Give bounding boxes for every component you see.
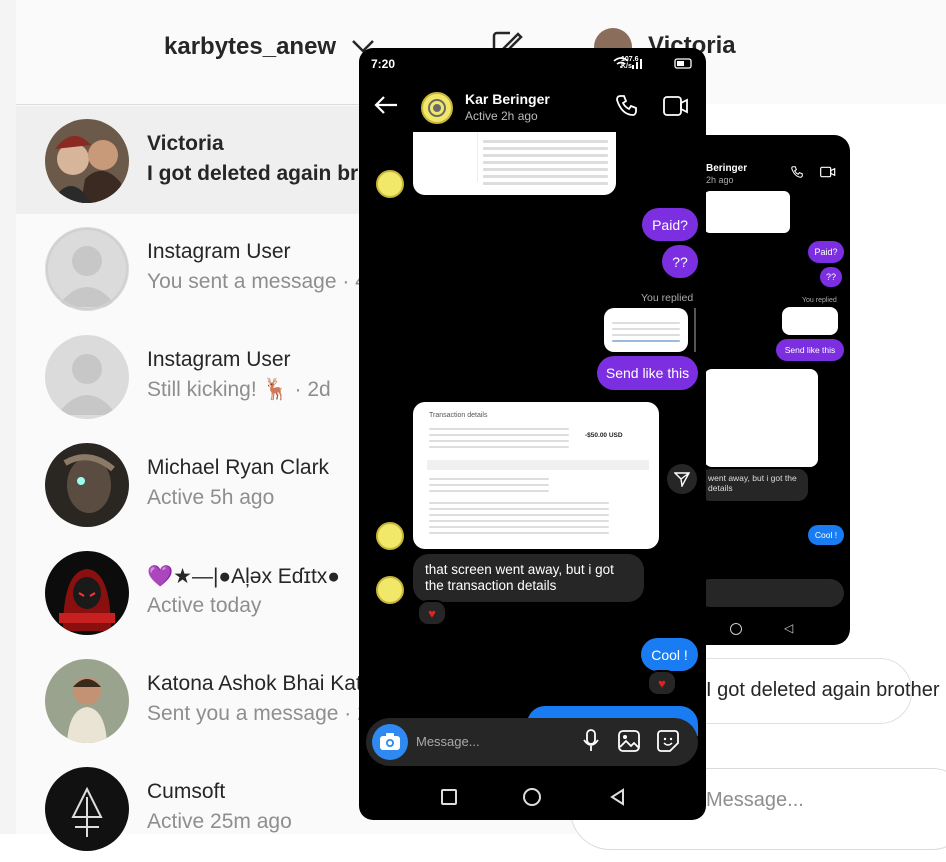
- last-message-text: I got deleted again brother: [706, 679, 940, 701]
- message-text: Paid?: [814, 247, 838, 257]
- message-input[interactable]: Message...: [416, 734, 480, 749]
- recents-nav-icon[interactable]: [441, 789, 457, 805]
- contact-name[interactable]: Kar Beringer: [465, 91, 550, 107]
- contact-avatar[interactable]: [421, 92, 453, 124]
- message-bubble[interactable]: Paid?: [642, 208, 698, 241]
- back-nav-icon[interactable]: [609, 788, 625, 811]
- sender-avatar: [376, 522, 404, 550]
- replied-screenshot[interactable]: [604, 308, 688, 352]
- avatar: [45, 551, 129, 635]
- message-bubble[interactable]: Send like this: [597, 356, 698, 390]
- thread-name: 💜★—|●Aļəx Eɗɪtx●: [147, 565, 340, 588]
- message-text: ??: [672, 253, 688, 270]
- message-text: went away, but i got the details: [708, 473, 797, 493]
- thread-name: Instagram User: [147, 240, 291, 263]
- account-username[interactable]: karbytes_anew: [164, 33, 336, 61]
- gallery-icon[interactable]: [618, 730, 640, 757]
- message-bubble[interactable]: that screen went away, but i got the tra…: [413, 554, 644, 602]
- message-text: Send like this: [784, 345, 836, 355]
- message-text: Cool !: [651, 646, 688, 663]
- thread-name: Victoria: [147, 132, 224, 155]
- sender-avatar: [376, 576, 404, 604]
- avatar: [45, 227, 129, 311]
- thread-subtitle: Still kicking! 🦌 · 2d: [147, 378, 331, 401]
- message-bubble: Paid?: [808, 241, 844, 263]
- message-text: Paid?: [652, 216, 688, 233]
- contact-status: Active 2h ago: [465, 109, 538, 123]
- reply-divider: [694, 308, 696, 352]
- back-nav-icon: ◁: [784, 621, 794, 635]
- message-text: that screen went away, but i got the tra…: [425, 562, 614, 593]
- avatar: [45, 767, 129, 851]
- home-nav-icon[interactable]: [523, 788, 541, 806]
- thread-subtitle: Active today: [147, 594, 262, 617]
- thread-subtitle: You sent a message · 4: [147, 270, 367, 293]
- thread-name: Instagram User: [147, 348, 291, 371]
- message-bubble[interactable]: Cool !: [641, 638, 698, 671]
- avatar: [45, 659, 129, 743]
- microphone-icon[interactable]: [582, 729, 600, 758]
- composer: [696, 579, 844, 607]
- thread-name: Cumsoft: [147, 780, 226, 803]
- back-arrow-icon[interactable]: [373, 94, 399, 121]
- message-bubble[interactable]: ??: [662, 245, 698, 278]
- message-bubble: ??: [820, 267, 842, 287]
- message-text: Send like this: [605, 365, 690, 381]
- you-replied-label: You replied: [641, 292, 694, 304]
- receipt-screenshot[interactable]: Transaction details -$50.00 USD: [413, 402, 659, 549]
- replied-thumbnail: [782, 307, 838, 335]
- thread-name: Michael Ryan Clark: [147, 456, 330, 479]
- phone-icon: [790, 165, 804, 184]
- sticker-icon[interactable]: [657, 730, 679, 757]
- avatar: [45, 443, 129, 527]
- message-bubble: went away, but i got the details: [700, 469, 808, 501]
- video-call-icon[interactable]: [663, 94, 689, 123]
- phone-screenshot: 7:20 107.6 K/s Kar Beringer Active 2h ag…: [359, 48, 706, 820]
- screenshot-thumbnail: [704, 191, 790, 233]
- receipt-title: Transaction details: [429, 412, 488, 419]
- video-icon: [820, 165, 836, 184]
- message-bubble: Cool !: [808, 525, 844, 545]
- thread-name: Katona Ashok Bhai Kat: [147, 672, 362, 695]
- camera-icon[interactable]: [372, 724, 408, 760]
- thread-subtitle: Active 25m ago: [147, 810, 292, 833]
- android-nav-bar: [359, 770, 706, 820]
- contact-name: Beringer: [706, 163, 748, 174]
- secondary-phone-screenshot: Beringer 2h ago Paid? ?? You replied Sen…: [690, 135, 850, 645]
- thread-subtitle: I got deleted again br: [147, 162, 359, 185]
- contact-status: 2h ago: [706, 175, 734, 185]
- thread-subtitle: Sent you a message · 2: [147, 702, 369, 725]
- receipt-amount: -$50.00 USD: [585, 432, 623, 439]
- heart-reaction-icon[interactable]: ♥: [647, 670, 677, 696]
- message-bubble: Send like this: [776, 339, 844, 361]
- share-icon[interactable]: [667, 464, 697, 494]
- thread-subtitle: Active 5h ago: [147, 486, 275, 509]
- message-text: Cool !: [814, 530, 838, 540]
- message-text: ??: [825, 272, 836, 282]
- home-nav-icon: [730, 623, 742, 635]
- shared-screenshot[interactable]: [413, 132, 616, 195]
- heart-reaction-icon[interactable]: ♥: [417, 600, 447, 626]
- receipt-thumbnail: [704, 369, 818, 467]
- message-input-placeholder: Message...: [706, 789, 804, 811]
- network-speed: 107.6 K/s: [621, 56, 639, 70]
- sender-avatar: [376, 170, 404, 198]
- you-replied-label: You replied: [802, 297, 837, 304]
- avatar: [45, 335, 129, 419]
- phone-call-icon[interactable]: [615, 94, 639, 123]
- avatar: [45, 119, 129, 203]
- status-time: 7:20: [371, 57, 396, 71]
- message-composer: Message...: [366, 718, 698, 766]
